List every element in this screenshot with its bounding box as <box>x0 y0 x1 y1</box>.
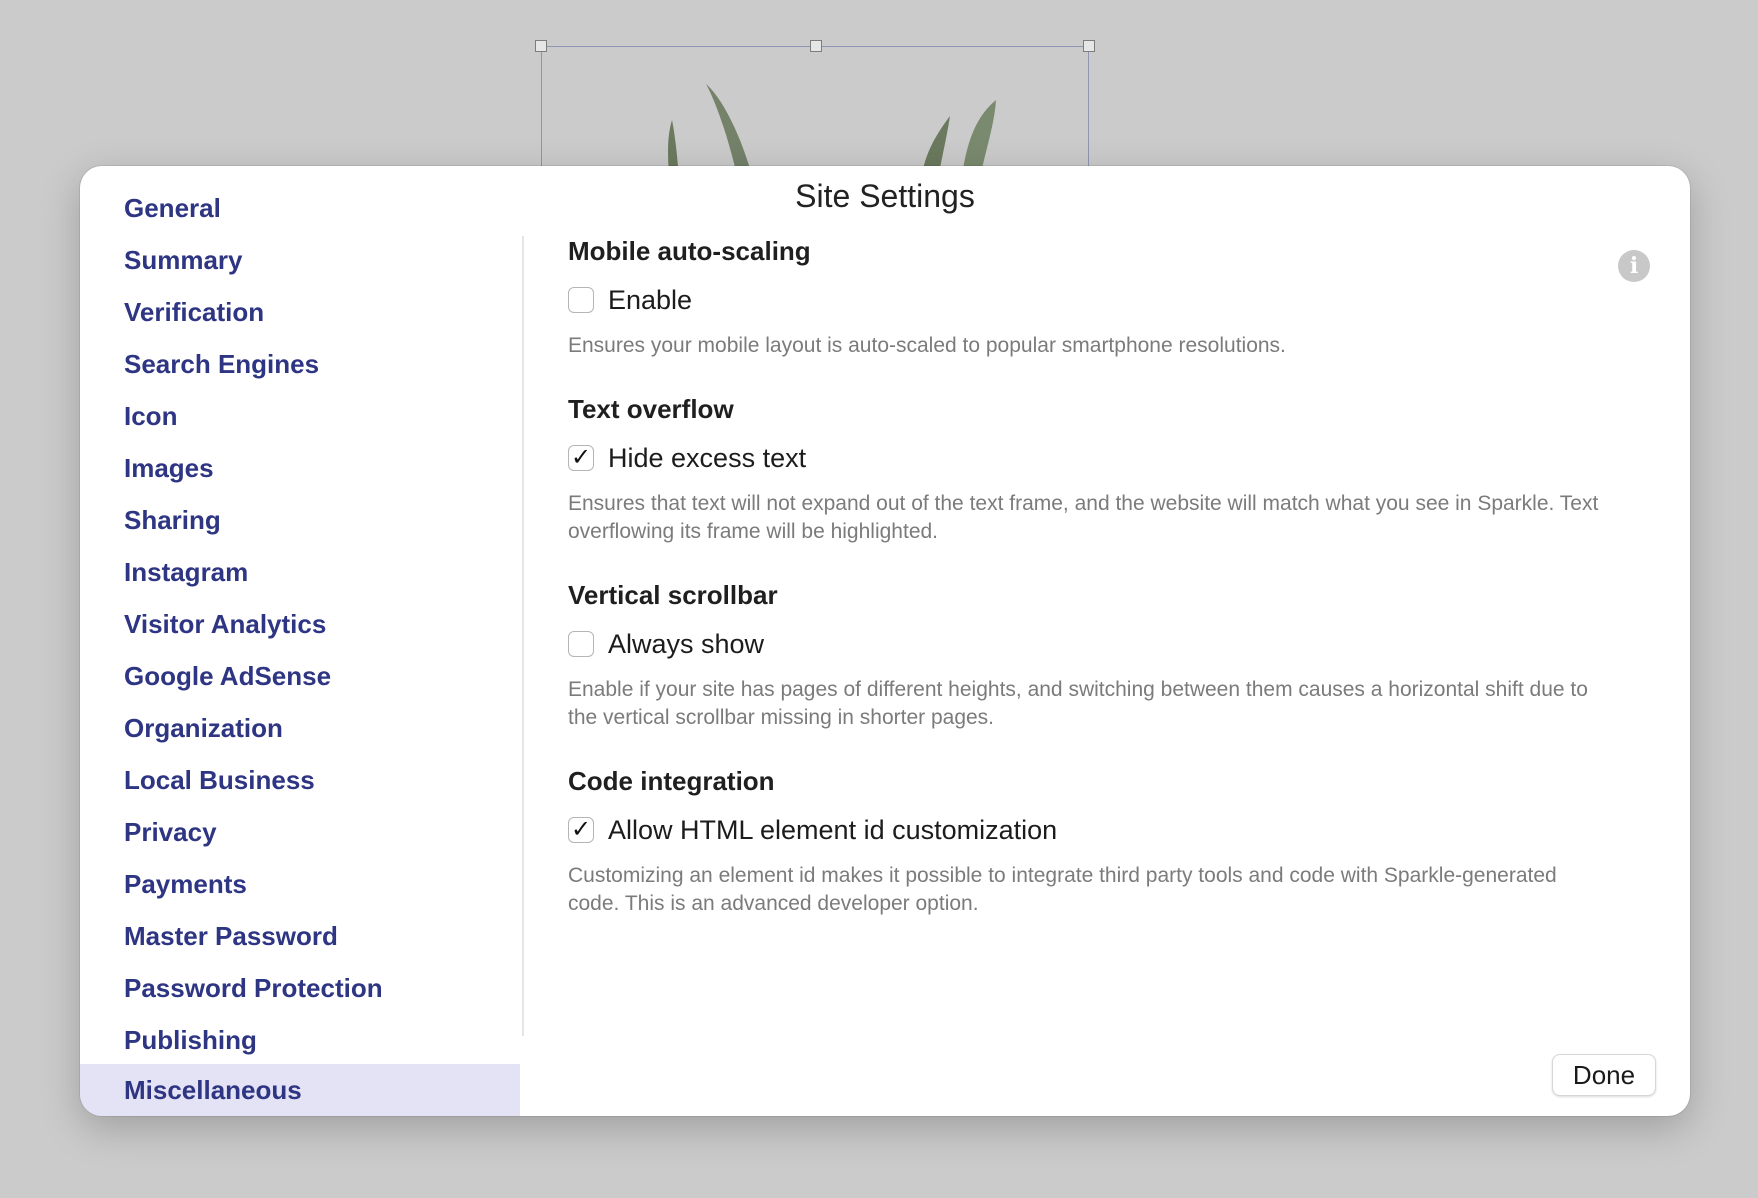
resize-handle-top-right[interactable] <box>1083 40 1095 52</box>
section-heading: Text overflow <box>568 394 734 424</box>
sidebar-item-publishing[interactable]: Publishing <box>80 1014 520 1066</box>
sidebar-item-google-adsense[interactable]: Google AdSense <box>80 650 520 702</box>
sidebar-item-password-protection[interactable]: Password Protection <box>80 962 520 1014</box>
sidebar-item-sharing[interactable]: Sharing <box>80 494 520 546</box>
enable-checkbox[interactable] <box>568 287 594 313</box>
sidebar-item-instagram[interactable]: Instagram <box>80 546 520 598</box>
info-icon[interactable]: i <box>1618 250 1650 282</box>
done-button[interactable]: Done <box>1552 1054 1656 1096</box>
resize-handle-top-left[interactable] <box>535 40 547 52</box>
text-overflow-checkbox-row[interactable]: ✓ Hide excess text <box>568 438 806 478</box>
checkbox-label: Always show <box>608 628 765 659</box>
section-description: Enable if your site has pages of differe… <box>568 678 1588 729</box>
checkbox-label: Enable <box>608 284 693 315</box>
allow-html-id-customization-checkbox[interactable]: ✓ <box>568 817 594 843</box>
sidebar-item-organization[interactable]: Organization <box>80 702 520 754</box>
sidebar-item-general[interactable]: General <box>80 182 520 234</box>
hide-excess-text-checkbox[interactable]: ✓ <box>568 445 594 471</box>
mobile-auto-scaling-checkbox-row[interactable]: Enable <box>568 280 692 320</box>
checkmark-icon: ✓ <box>570 816 592 843</box>
section-description: Customizing an element id makes it possi… <box>568 864 1557 915</box>
vertical-scrollbar-checkbox-row[interactable]: Always show <box>568 624 764 664</box>
sidebar-item-icon[interactable]: Icon <box>80 390 520 442</box>
section-heading: Code integration <box>568 766 775 796</box>
checkbox-label: Hide excess text <box>608 442 807 473</box>
checkmark-icon: ✓ <box>570 444 592 471</box>
settings-sidebar: General Summary Verification Search Engi… <box>80 166 520 1116</box>
checkbox-label: Allow HTML element id customization <box>608 814 1058 845</box>
sidebar-item-images[interactable]: Images <box>80 442 520 494</box>
section-heading: Mobile auto-scaling <box>568 236 811 266</box>
sidebar-item-local-business[interactable]: Local Business <box>80 754 520 806</box>
section-heading: Vertical scrollbar <box>568 580 778 610</box>
code-integration-checkbox-row[interactable]: ✓ Allow HTML element id customization <box>568 810 1057 850</box>
sidebar-item-miscellaneous[interactable]: Miscellaneous <box>80 1064 520 1116</box>
sidebar-item-summary[interactable]: Summary <box>80 234 520 286</box>
section-description: Ensures your mobile layout is auto-scale… <box>568 334 1286 357</box>
sidebar-item-privacy[interactable]: Privacy <box>80 806 520 858</box>
resize-handle-top-center[interactable] <box>810 40 822 52</box>
sidebar-item-master-password[interactable]: Master Password <box>80 910 520 962</box>
section-description: Ensures that text will not expand out of… <box>568 492 1599 543</box>
sidebar-item-payments[interactable]: Payments <box>80 858 520 910</box>
always-show-checkbox[interactable] <box>568 631 594 657</box>
sidebar-item-search-engines[interactable]: Search Engines <box>80 338 520 390</box>
site-settings-dialog: Site Settings General Summary Verificati… <box>80 166 1690 1116</box>
sidebar-item-verification[interactable]: Verification <box>80 286 520 338</box>
sidebar-item-visitor-analytics[interactable]: Visitor Analytics <box>80 598 520 650</box>
sidebar-divider <box>522 236 524 1036</box>
